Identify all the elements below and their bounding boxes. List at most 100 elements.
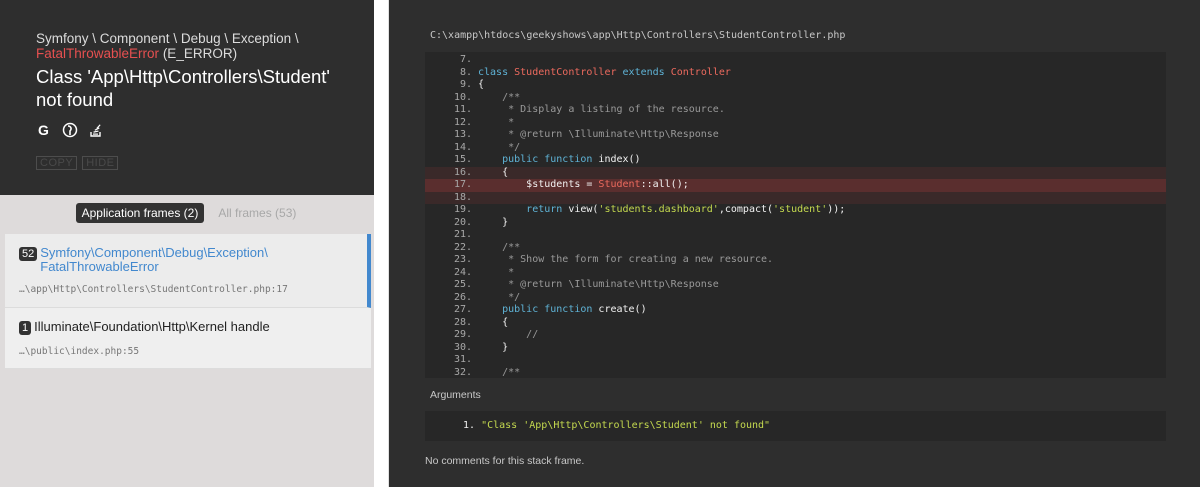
code-line: 21.: [425, 229, 1166, 242]
arguments-list: 1. "Class 'App\Http\Controllers\Student'…: [425, 411, 1166, 441]
frame-header: 52 Symfony\Component\Debug\Exception\ Fat…: [19, 246, 353, 274]
duckduckgo-search-icon[interactable]: [62, 122, 78, 138]
tab-application-frames[interactable]: Application frames (2): [75, 203, 205, 223]
code-line: 13. * @return \Illuminate\Http\Response: [425, 129, 1166, 142]
line-number: 25.: [453, 279, 472, 290]
code-token: *: [502, 266, 515, 278]
code-token: public function: [502, 304, 593, 315]
frame-file-path: …\public\index.php:55: [19, 346, 140, 357]
line-number: 23.: [453, 254, 472, 265]
code-line: 20. }: [425, 217, 1166, 230]
code-line: 32. /**: [425, 367, 1166, 380]
code-line: 24. *: [425, 267, 1166, 280]
code-file-path: C:\xampp\htdocs\geekyshows\app\Http\Cont…: [430, 30, 846, 41]
line-number: 27.: [453, 304, 472, 315]
line-number: 18.: [453, 191, 472, 203]
code-token: Controller: [670, 66, 731, 78]
hide-button[interactable]: HIDE: [82, 156, 119, 170]
code-token: }: [502, 216, 509, 228]
code-token: */: [502, 141, 521, 153]
code-token: * Display a listing of the resource.: [502, 104, 725, 115]
line-number: 31.: [453, 354, 472, 365]
line-number: 21.: [453, 229, 472, 240]
code-token: extends: [622, 66, 665, 78]
stack-frame-active[interactable]: 52 Symfony\Component\Debug\Exception\ Fat…: [5, 234, 371, 308]
code-line: 27. public function create(): [425, 304, 1166, 317]
line-number: 12.: [453, 116, 472, 128]
code-token: index(): [592, 154, 641, 165]
code-token: {: [478, 79, 485, 90]
code-token: *: [502, 116, 515, 128]
code-line: 30. }: [425, 342, 1166, 355]
code-token: {: [502, 316, 509, 328]
stack-frame[interactable]: 1 Illuminate\Foundation\Http\Kernel hand…: [5, 308, 371, 369]
header-actions: COPY HIDE: [36, 156, 338, 170]
svg-text:G: G: [38, 122, 49, 138]
code-line: 7.: [425, 54, 1166, 67]
code-token: * Show the form for creating a new resou…: [502, 254, 774, 265]
exception-class-name: FatalThrowableError: [36, 46, 160, 61]
code-line: 19. return view('students.dashboard',com…: [425, 204, 1166, 217]
code-token: * @return \Illuminate\Http\Response: [502, 129, 719, 140]
frame-index-badge: 1: [19, 321, 32, 335]
code-token: 'students.dashboard': [598, 204, 719, 215]
copy-button[interactable]: COPY: [36, 156, 78, 170]
stack-frames-panel: Symfony \ Component \ Debug \ Exception …: [0, 0, 374, 487]
line-number: 7.: [459, 54, 472, 65]
panel-divider: [374, 0, 389, 487]
line-number: 17.: [453, 179, 472, 190]
line-number: 29.: [453, 329, 472, 340]
code-line-highlighted: 16. {: [425, 166, 1166, 179]
line-number: 8.: [459, 66, 472, 78]
code-line: 15. public function index(): [425, 154, 1166, 167]
code-line: 11. * Display a listing of the resource.: [425, 104, 1166, 117]
exception-code: (E_ERROR): [162, 46, 238, 61]
code-token: 'student': [773, 204, 828, 215]
frame-class: Symfony\Component\Debug\Exception\ FatalT…: [40, 245, 268, 274]
exception-namespace: Symfony \ Component \ Debug \ Exception …: [36, 31, 338, 61]
line-number: 30.: [453, 341, 472, 353]
frame-index-badge: 52: [19, 247, 38, 261]
code-token: //: [526, 329, 539, 340]
frame-comments: No comments for this stack frame.: [425, 455, 585, 467]
code-token: create(): [592, 304, 647, 315]
code-token: StudentController: [514, 66, 617, 78]
code-line: 29. //: [425, 329, 1166, 342]
google-search-icon[interactable]: G: [36, 122, 52, 138]
line-number: 9.: [459, 79, 472, 90]
code-line: 14. */: [425, 142, 1166, 155]
frame-file-path: …\app\Http\Controllers\StudentController…: [19, 284, 288, 295]
frames-filter-tabs: Application frames (2) All frames (53): [0, 195, 374, 231]
argument-item: 1. "Class 'App\Http\Controllers\Student'…: [463, 420, 770, 431]
line-number: 26.: [453, 291, 472, 303]
code-token: ,compact(: [718, 204, 774, 215]
code-token: class: [478, 66, 509, 78]
frames-list: 52 Symfony\Component\Debug\Exception\ Fat…: [5, 234, 371, 369]
line-number: 28.: [453, 316, 472, 328]
code-line: 28. {: [425, 317, 1166, 330]
argument-index: 1.: [463, 420, 476, 431]
search-links: G: [36, 122, 338, 138]
code-token: public function: [502, 154, 593, 165]
code-token: {: [502, 166, 509, 178]
code-token: /**: [502, 366, 521, 378]
code-token: */: [502, 291, 521, 303]
line-number: 22.: [453, 241, 472, 253]
code-line: 10. /**: [425, 92, 1166, 105]
line-number: 11.: [453, 104, 472, 115]
line-number: 15.: [453, 154, 472, 165]
code-line: 12. *: [425, 117, 1166, 130]
argument-value: "Class 'App\Http\Controllers\Student' no…: [481, 420, 771, 431]
stackoverflow-search-icon[interactable]: [88, 122, 104, 138]
code-line: 23. * Show the form for creating a new r…: [425, 254, 1166, 267]
code-token: Student: [598, 179, 641, 190]
line-number: 20.: [453, 216, 472, 228]
code-snippet: 7. 8. class StudentController extends Con…: [425, 52, 1166, 378]
frame-details-panel: C:\xampp\htdocs\geekyshows\app\Http\Cont…: [389, 0, 1200, 487]
tab-all-frames[interactable]: All frames (53): [216, 203, 298, 223]
line-number: 19.: [453, 204, 472, 215]
code-line-highlighted: 18.: [425, 191, 1166, 204]
code-token: return: [526, 204, 563, 215]
code-line: 25. * @return \Illuminate\Http\Response: [425, 279, 1166, 292]
line-number: 14.: [453, 141, 472, 153]
